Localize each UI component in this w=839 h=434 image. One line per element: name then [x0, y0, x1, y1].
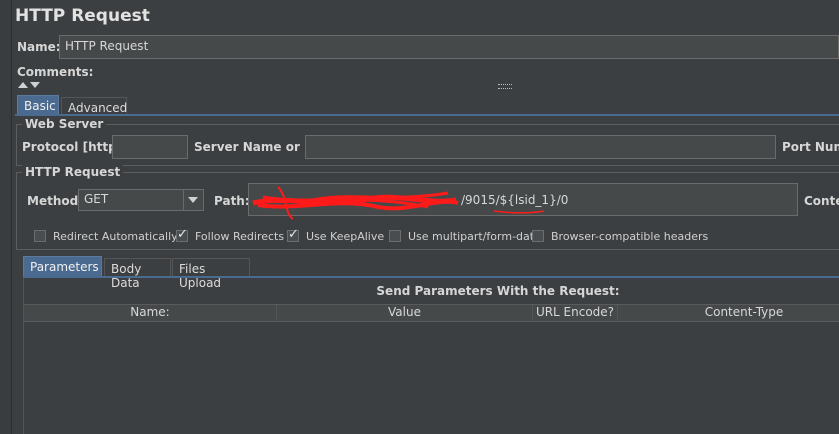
use-multipart-label: Use multipart/form-data [408, 230, 541, 243]
column-header-url-encode[interactable]: URL Encode? [533, 305, 618, 320]
tab-underline [15, 114, 839, 116]
path-value: /9015/${lsid_1}/0 [461, 193, 569, 207]
method-value: GET [84, 192, 109, 206]
content-encoding-label: Conter [804, 194, 839, 208]
collapse-splitter[interactable] [15, 80, 839, 90]
resize-grip-icon[interactable] [498, 84, 512, 89]
parameters-caption: Send Parameters With the Request: [376, 284, 620, 298]
protocol-field[interactable] [112, 135, 188, 159]
redirect-automatically-checkbox[interactable] [34, 230, 46, 242]
follow-redirects-label: Follow Redirects [195, 230, 285, 243]
tab-body-data[interactable]: Body Data [104, 258, 171, 290]
method-label: Method: [27, 194, 83, 208]
left-scroll-track[interactable] [0, 0, 12, 434]
page-title: HTTP Request [15, 6, 150, 26]
use-multipart-checkbox[interactable] [389, 230, 401, 242]
port-number-label: Port Numb [782, 140, 839, 154]
server-name-field[interactable] [305, 135, 776, 159]
redirect-automatically-label: Redirect Automatically [53, 230, 178, 243]
comments-label: Comments: [17, 65, 94, 79]
browser-compatible-headers-checkbox[interactable] [532, 230, 544, 242]
use-keepalive-checkbox[interactable] [287, 227, 299, 242]
http-request-legend: HTTP Request [22, 165, 124, 179]
name-field[interactable]: HTTP Request [59, 35, 839, 59]
name-label: Name: [17, 40, 61, 54]
browser-compatible-headers-label: Browser-compatible headers [551, 230, 709, 243]
column-header-name[interactable]: Name: [24, 305, 277, 320]
parameters-table-header: Name: Value URL Encode? Content-Type [24, 304, 839, 322]
arrow-up-icon[interactable] [18, 82, 28, 88]
web-server-legend: Web Server [22, 117, 107, 131]
arrow-down-icon[interactable] [30, 82, 40, 88]
column-header-value[interactable]: Value [277, 305, 533, 320]
follow-redirects-checkbox[interactable] [176, 227, 188, 242]
tab-basic[interactable]: Basic [17, 95, 59, 114]
use-keepalive-label: Use KeepAlive [306, 230, 385, 243]
path-label: Path: [214, 194, 250, 208]
method-select[interactable]: GET [78, 189, 204, 211]
select-divider [183, 190, 184, 210]
chevron-down-icon[interactable] [188, 197, 198, 203]
path-field[interactable]: /9015/${lsid_1}/0 [248, 183, 798, 216]
tab-files-upload[interactable]: Files Upload [172, 258, 250, 290]
parameters-table-body[interactable] [24, 321, 839, 434]
tab-parameters[interactable]: Parameters [23, 256, 102, 276]
column-header-content-type[interactable]: Content-Type [618, 305, 839, 320]
server-name-label: Server Name or IP: [194, 140, 323, 154]
tab-advanced[interactable]: Advanced [61, 97, 127, 115]
